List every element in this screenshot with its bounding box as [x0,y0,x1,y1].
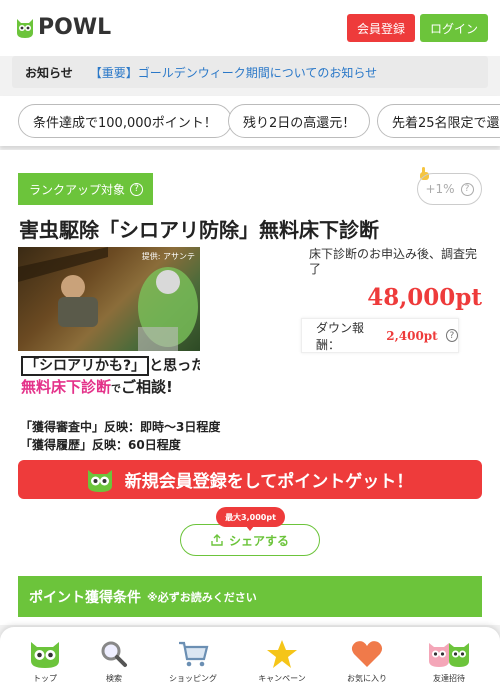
offer-condition: 床下診断のお申込み後、調査完了 [309,247,478,276]
history-period: 「獲得履歴」反映：60日程度 [20,438,181,452]
conditions-title: ポイント獲得条件 [29,589,141,606]
heart-icon [351,641,383,667]
image-caption-small: で [111,384,122,395]
login-button[interactable]: ログイン [420,14,488,42]
owl-icon [31,642,59,668]
campaign-chip[interactable]: 残り2日の高還元！ [228,104,371,138]
notice-bar: お知らせ 【重要】ゴールデンウィーク期間についてのお知らせ [12,56,488,88]
share-label: シェアする [228,533,289,548]
logo-text: POWL [38,15,112,40]
image-caption-rest: と思ったら [149,358,200,374]
image-caption-line1: 「シロアリかも?」と思ったら [21,355,200,376]
offer-image: 提供: アサンテ 「シロアリかも?」と思ったら 無料床下診断でご相談! [18,247,200,399]
bottom-nav: トップ 検索 ショッピング キャンペーン お気に入り 友達招待 [0,627,500,700]
cart-icon [179,641,209,667]
campaign-chip[interactable]: 先着25名限定で還元 [377,104,500,138]
image-caption-pink: 無料床下診断 [21,378,112,396]
notice-link[interactable]: 【重要】ゴールデンウィーク期間についてのお知らせ [90,64,377,81]
nav-label: お気に入り [347,674,387,683]
nav-item-favorites[interactable]: お気に入り [325,639,409,684]
rank-up-badge[interactable]: ランクアップ対象 ? [18,173,153,205]
conditions-note: ※必ずお読みください [147,590,257,604]
header: POWL 会員登録 ログイン お知らせ 【重要】ゴールデンウィーク期間についての… [0,0,500,88]
review-period: 「獲得審査中」反映：即時～3日程度 [20,420,221,434]
help-icon[interactable]: ? [130,182,144,196]
share-max-badge: 最大3,000pt [216,507,285,531]
nav-item-campaign[interactable]: キャンペーン [240,639,324,684]
offer-title: 害虫駆除「シロアリ防除」無料床下診断 [19,218,379,242]
nav-label: 検索 [106,674,122,683]
down-reward-value: 2,400pt [386,328,438,343]
register-button[interactable]: 会員登録 [347,14,415,42]
down-reward-label: ダウン報酬： [316,320,365,352]
image-credit: 提供: アサンテ [141,252,195,261]
signup-banner-label: 新規会員登録をしてポイントゲット！ [124,472,414,492]
nav-label: 友達招待 [433,674,465,683]
down-reward-box: ダウン報酬： 2,400pt ? [301,318,459,353]
help-icon[interactable]: ? [445,329,458,342]
nav-label: キャンペーン [258,674,306,683]
help-icon[interactable]: ? [460,182,474,196]
rate-bonus-badge[interactable]: +1% ? [417,173,482,205]
share-icon [211,534,223,546]
owl-icon [87,469,112,492]
campaign-chips-bar: 条件達成で100,000ポイント！ 残り2日の高還元！ 先着25名限定で還元 [0,96,500,146]
campaign-chip[interactable]: 条件達成で100,000ポイント！ [18,104,232,138]
inspection-illustration [18,247,198,351]
image-caption-dark: ご相談! [121,378,173,396]
rank-badge-label: ランクアップ対象 [29,182,126,197]
search-icon [101,641,127,667]
image-caption-boxed: 「シロアリかも?」 [21,356,150,376]
notice-label: お知らせ [25,65,73,80]
nav-label: ショッピング [169,674,217,683]
conditions-section-header: ポイント獲得条件 ※必ずお読みください [18,576,482,617]
offer-points: 48,000pt [367,284,482,311]
image-caption-line2: 無料床下診断でご相談! [21,376,173,397]
nav-item-shopping[interactable]: ショッピング [151,639,235,684]
image-caption: 「シロアリかも?」と思ったら 無料床下診断でご相談! [18,351,200,399]
nav-label: トップ [33,674,57,683]
friends-icon [429,643,469,667]
rate-bonus-value: +1% [425,182,455,196]
logo[interactable]: POWL [16,15,111,40]
offer-photo: 提供: アサンテ [18,247,200,351]
star-icon [267,640,297,668]
signup-banner-button[interactable]: 新規会員登録をしてポイントゲット！ [18,460,482,499]
page: POWL 会員登録 ログイン お知らせ 【重要】ゴールデンウィーク期間についての… [0,0,500,700]
nav-item-search[interactable]: 検索 [72,639,156,684]
owl-logo-icon [17,18,33,38]
nav-item-invite[interactable]: 友達招待 [407,639,491,684]
